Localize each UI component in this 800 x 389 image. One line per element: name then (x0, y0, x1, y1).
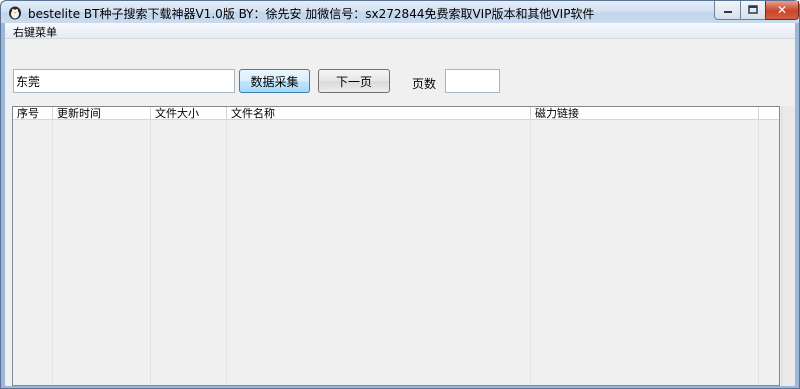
title-bar[interactable]: bestelite BT种子搜索下载神器V1.0版 BY：徐先安 加微信号：sx… (1, 1, 799, 23)
client-area: 右键菜单 数据采集 下一页 页数 序号 更新时间 文件大小 文件名称 磁力链接 (5, 23, 795, 386)
maximize-button[interactable] (740, 1, 766, 20)
collect-data-button[interactable]: 数据采集 (239, 69, 310, 93)
column-header-filler (759, 107, 779, 120)
minimize-icon (723, 11, 732, 13)
app-window: bestelite BT种子搜索下载神器V1.0版 BY：徐先安 加微信号：sx… (0, 0, 800, 389)
column-header-magnet-link[interactable]: 磁力链接 (531, 107, 759, 120)
table-header: 序号 更新时间 文件大小 文件名称 磁力链接 (13, 107, 779, 120)
search-input[interactable] (13, 69, 235, 93)
window-title: bestelite BT种子搜索下载神器V1.0版 BY：徐先安 加微信号：sx… (28, 7, 595, 21)
minimize-button[interactable] (714, 1, 741, 20)
column-divider (758, 120, 759, 385)
column-divider (150, 120, 151, 385)
next-page-button[interactable]: 下一页 (318, 69, 390, 93)
close-icon: ✕ (776, 3, 788, 17)
column-divider (52, 120, 53, 385)
column-header-file-name[interactable]: 文件名称 (227, 107, 531, 120)
page-count-label: 页数 (412, 77, 437, 91)
app-penguin-icon (9, 6, 21, 20)
vertical-scrollbar[interactable] (781, 106, 795, 386)
menu-item-context-menu[interactable]: 右键菜单 (11, 24, 59, 40)
close-button[interactable]: ✕ (765, 1, 799, 20)
page-count-input[interactable] (445, 69, 500, 93)
menu-bar: 右键菜单 (5, 23, 795, 39)
maximize-icon (748, 5, 758, 14)
column-divider (530, 120, 531, 385)
column-header-file-size[interactable]: 文件大小 (151, 107, 227, 120)
column-header-index[interactable]: 序号 (13, 107, 53, 120)
column-header-update-time[interactable]: 更新时间 (53, 107, 151, 120)
results-table[interactable]: 序号 更新时间 文件大小 文件名称 磁力链接 (12, 106, 780, 386)
column-divider (226, 120, 227, 385)
